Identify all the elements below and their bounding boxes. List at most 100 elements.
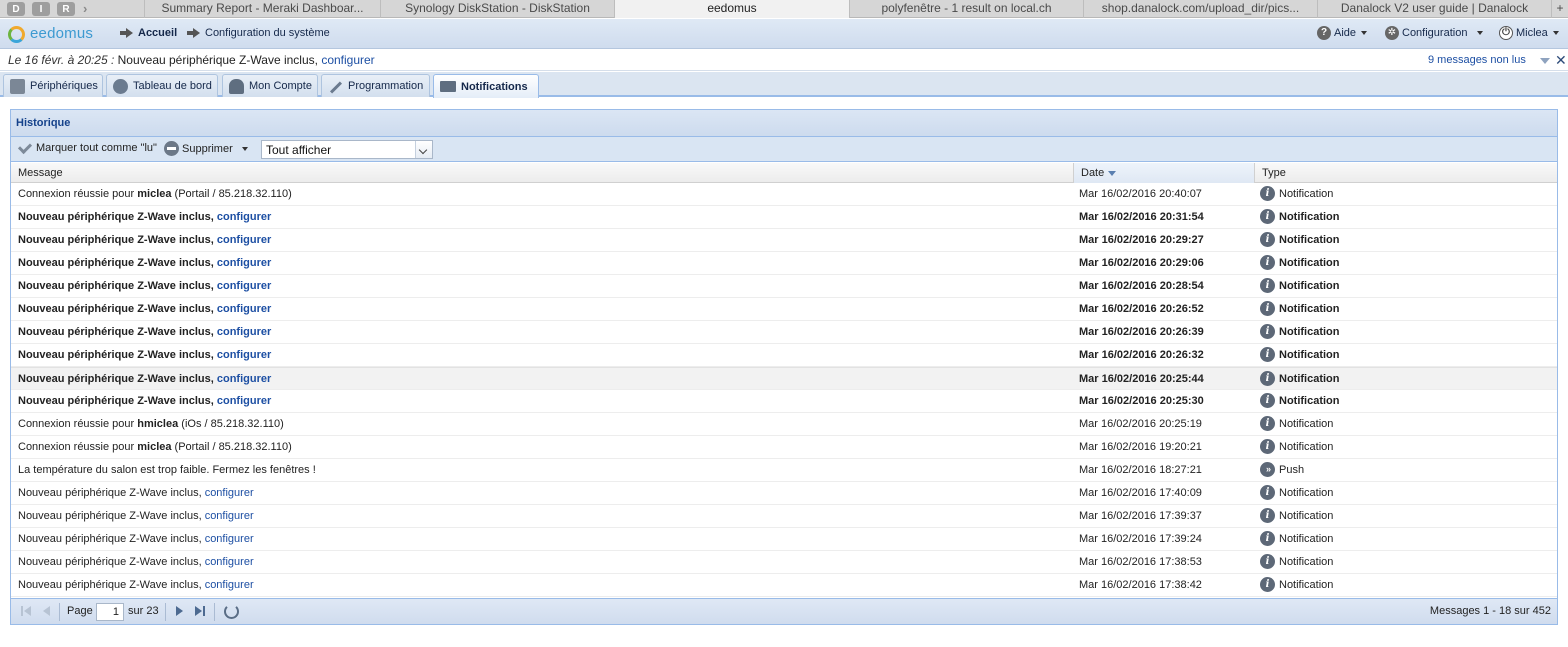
tab-notifications[interactable]: Notifications: [433, 74, 539, 98]
configure-link[interactable]: configurer: [217, 303, 271, 315]
column-header-type[interactable]: Type: [1255, 163, 1557, 183]
configuration-label: Configuration: [1402, 27, 1468, 39]
close-icon[interactable]: ✕: [1555, 52, 1567, 69]
date-cell: Mar 16/02/2016 17:40:09: [1079, 487, 1202, 499]
type-label: Notification: [1279, 187, 1334, 200]
tab-programmation[interactable]: Programmation: [321, 74, 430, 97]
configure-link[interactable]: configurer: [217, 234, 271, 246]
table-row[interactable]: Nouveau périphérique Z-Wave inclus, conf…: [11, 482, 1557, 505]
minus-circle-icon: [164, 141, 179, 156]
chevron-right-icon[interactable]: ›: [83, 1, 97, 17]
home-link[interactable]: Accueil: [120, 27, 177, 39]
table-row[interactable]: Nouveau périphérique Z-Wave inclus, conf…: [11, 344, 1557, 367]
column-header-date[interactable]: Date: [1074, 163, 1255, 183]
info-icon: i: [1260, 508, 1275, 523]
previous-page-icon[interactable]: [41, 606, 53, 617]
arrow-right-icon: [187, 28, 202, 38]
extension-r-button[interactable]: R: [57, 2, 75, 16]
browser-tab[interactable]: shop.danalock.com/upload_dir/pics...: [1083, 0, 1317, 18]
date-cell: Mar 16/02/2016 20:29:06: [1079, 257, 1204, 269]
table-row[interactable]: Nouveau périphérique Z-Wave inclus, conf…: [11, 528, 1557, 551]
chevron-down-icon[interactable]: [415, 141, 432, 158]
table-row[interactable]: Nouveau périphérique Z-Wave inclus, conf…: [11, 229, 1557, 252]
extension-d-button[interactable]: D: [7, 2, 25, 16]
table-row[interactable]: Nouveau périphérique Z-Wave inclus, conf…: [11, 367, 1557, 390]
caret-down-icon[interactable]: [1540, 58, 1550, 64]
browser-tab[interactable]: Summary Report - Meraki Dashboar...: [144, 0, 380, 18]
table-row[interactable]: La température du salon est trop faible.…: [11, 459, 1557, 482]
configure-link[interactable]: configurer: [217, 280, 271, 292]
info-icon: i: [1260, 554, 1275, 569]
table-row[interactable]: Nouveau périphérique Z-Wave inclus, conf…: [11, 390, 1557, 413]
system-config-link[interactable]: Configuration du système: [187, 27, 330, 39]
tab-tableau-de-bord[interactable]: Tableau de bord: [106, 74, 218, 97]
column-date-label: Date: [1081, 167, 1105, 179]
first-page-icon[interactable]: [21, 606, 33, 617]
app-logo[interactable]: eedomus: [30, 25, 93, 42]
page-number-input[interactable]: 1: [96, 603, 124, 621]
paging-toolbar: Page 1 sur 23 Messages 1 - 18 sur 452: [11, 598, 1557, 624]
tab-mon-compte[interactable]: Mon Compte: [222, 74, 318, 97]
table-row[interactable]: Nouveau périphérique Z-Wave inclus, conf…: [11, 275, 1557, 298]
browser-tab[interactable]: Danalock V2 user guide | Danalock: [1317, 0, 1551, 18]
table-row[interactable]: Connexion réussie pour hmiclea (iOs / 85…: [11, 413, 1557, 436]
configure-link[interactable]: configurer: [217, 349, 271, 361]
table-row[interactable]: Nouveau périphérique Z-Wave inclus, conf…: [11, 298, 1557, 321]
user-menu[interactable]: ⏻ Miclea: [1499, 26, 1559, 40]
message-text: Nouveau périphérique Z-Wave inclus,: [18, 556, 205, 568]
configuration-menu[interactable]: ✲ Configuration: [1385, 26, 1484, 40]
tab-peripheriques[interactable]: Périphériques: [3, 74, 103, 97]
message-text: Nouveau périphérique Z-Wave inclus,: [18, 303, 217, 315]
delete-button[interactable]: Supprimer: [164, 141, 248, 156]
type-label: Notification: [1279, 486, 1334, 499]
configure-link[interactable]: configurer: [205, 579, 254, 591]
date-cell: Mar 16/02/2016 17:39:24: [1079, 533, 1202, 545]
configure-link[interactable]: configurer: [217, 373, 271, 385]
table-row[interactable]: Nouveau périphérique Z-Wave inclus, conf…: [11, 505, 1557, 528]
table-row[interactable]: Nouveau périphérique Z-Wave inclus, conf…: [11, 321, 1557, 344]
extension-i-button[interactable]: I: [32, 2, 50, 16]
date-cell: Mar 16/02/2016 19:20:21: [1079, 441, 1202, 453]
browser-tab[interactable]: Synology DiskStation - DiskStation: [380, 0, 614, 18]
message-text: Nouveau périphérique Z-Wave inclus,: [18, 373, 217, 385]
configure-link[interactable]: configurer: [217, 257, 271, 269]
browser-tab-strip: D I R › Summary Report - Meraki Dashboar…: [0, 0, 1568, 18]
column-header-message[interactable]: Message: [11, 163, 1074, 183]
new-tab-button[interactable]: +: [1551, 0, 1568, 18]
table-row[interactable]: Nouveau périphérique Z-Wave inclus, conf…: [11, 574, 1557, 597]
type-cell: i Notification: [1260, 278, 1340, 293]
eedomus-logo-icon: [8, 26, 25, 43]
help-menu[interactable]: ? Aide: [1317, 26, 1368, 40]
mark-all-read-button[interactable]: Marquer tout comme "lu": [17, 139, 157, 154]
table-row[interactable]: Connexion réussie pour miclea (Portail /…: [11, 436, 1557, 459]
type-cell: i Notification: [1260, 255, 1340, 270]
last-page-icon[interactable]: [195, 606, 207, 617]
configure-link[interactable]: configurer: [217, 395, 271, 407]
info-icon: i: [1260, 301, 1275, 316]
table-row[interactable]: Nouveau périphérique Z-Wave inclus, conf…: [11, 206, 1557, 229]
message-text: Connexion réussie pour: [18, 188, 138, 200]
browser-tab[interactable]: polyfenêtre - 1 result on local.ch: [849, 0, 1083, 18]
filter-select[interactable]: Tout afficher: [261, 140, 433, 159]
table-row[interactable]: Nouveau périphérique Z-Wave inclus, conf…: [11, 252, 1557, 275]
configure-link[interactable]: configurer: [205, 487, 254, 499]
unread-messages-link[interactable]: 9 messages non lus: [1428, 54, 1526, 66]
tab-label: Programmation: [348, 80, 424, 92]
table-row[interactable]: Nouveau périphérique Z-Wave inclus, conf…: [11, 551, 1557, 574]
app-header: eedomus Accueil Configuration du système…: [0, 19, 1568, 49]
table-row[interactable]: Connexion réussie pour miclea (Portail /…: [11, 183, 1557, 206]
configure-link[interactable]: configurer: [205, 510, 254, 522]
message-cell: La température du salon est trop faible.…: [18, 464, 316, 476]
configure-link[interactable]: configurer: [217, 326, 271, 338]
browser-tab-active[interactable]: eedomus: [614, 0, 849, 18]
refresh-icon[interactable]: [224, 604, 239, 619]
configure-link[interactable]: configurer: [205, 556, 254, 568]
banner-configure-link[interactable]: configurer: [321, 53, 374, 67]
configure-link[interactable]: configurer: [217, 211, 271, 223]
next-page-icon[interactable]: [175, 606, 187, 617]
configure-link[interactable]: configurer: [205, 533, 254, 545]
type-cell: i Notification: [1260, 577, 1333, 592]
message-detail: (Portail / 85.218.32.110): [171, 441, 292, 453]
type-label: Notification: [1279, 555, 1334, 568]
message-text: Nouveau périphérique Z-Wave inclus,: [18, 579, 205, 591]
